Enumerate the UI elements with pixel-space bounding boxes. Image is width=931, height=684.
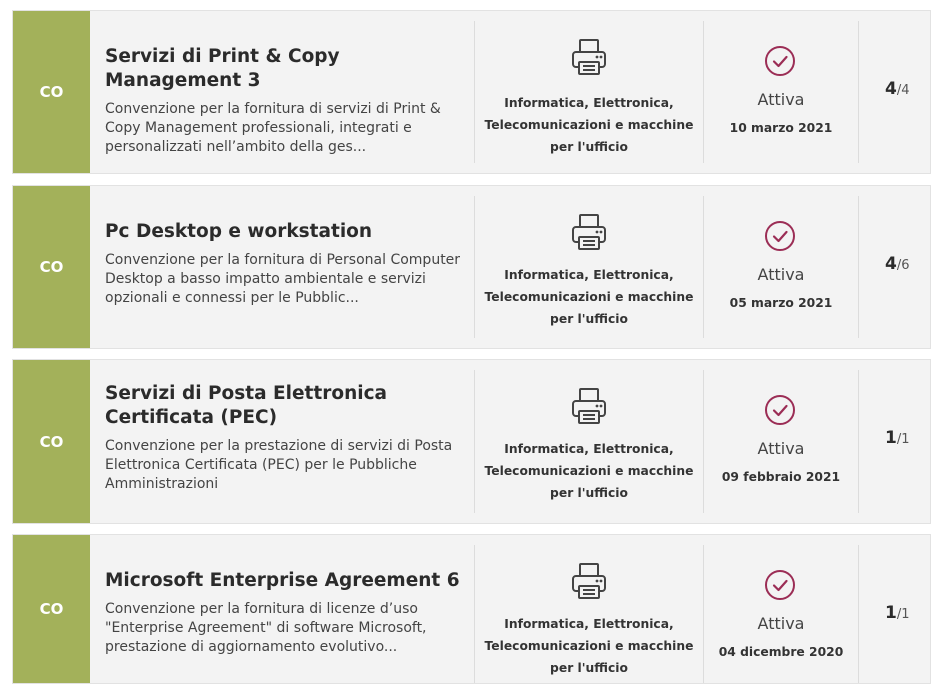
- printer-icon: [572, 39, 606, 75]
- count-cell: 4/6: [859, 186, 931, 348]
- type-badge: CO: [13, 11, 90, 173]
- convention-card[interactable]: CO Pc Desktop e workstation Convenzione …: [12, 185, 931, 349]
- status-cell: Attiva 09 febbraio 2021: [704, 360, 858, 523]
- card-title[interactable]: Microsoft Enterprise Agreement 6: [105, 569, 475, 593]
- status-date: 09 febbraio 2021: [721, 470, 841, 484]
- category-cell: Informatica, Elettronica, Telecomunicazi…: [474, 11, 704, 173]
- category-cell: Informatica, Elettronica, Telecomunicazi…: [474, 360, 704, 523]
- check-circle-icon: [765, 221, 795, 251]
- category-label: Informatica, Elettronica, Telecomunicazi…: [484, 268, 694, 326]
- card-description: Convenzione per la prestazione di serviz…: [105, 438, 453, 492]
- card-title[interactable]: Pc Desktop e workstation: [105, 220, 475, 244]
- count-cell: 1/1: [859, 360, 931, 523]
- status-date: 05 marzo 2021: [729, 296, 833, 310]
- status-cell: Attiva 10 marzo 2021: [704, 11, 858, 173]
- printer-icon: [572, 214, 606, 250]
- card-description: Convenzione per la fornitura di Personal…: [105, 252, 461, 306]
- card-title[interactable]: Servizi di Print & Copy Management 3: [105, 45, 475, 93]
- count-value: 4: [885, 79, 897, 99]
- category-label: Informatica, Elettronica, Telecomunicazi…: [484, 96, 694, 154]
- category-cell: Informatica, Elettronica, Telecomunicazi…: [474, 186, 704, 348]
- count-cell: 1/1: [859, 535, 931, 683]
- printer-icon: [572, 563, 606, 599]
- count-cell: 4/4: [859, 11, 931, 173]
- type-badge: CO: [13, 360, 90, 523]
- status-cell: Attiva 05 marzo 2021: [704, 186, 858, 348]
- convention-card[interactable]: CO Servizi di Posta Elettronica Certific…: [12, 359, 931, 524]
- card-info: Servizi di Print & Copy Management 3 Con…: [105, 45, 475, 157]
- card-info: Microsoft Enterprise Agreement 6 Convenz…: [105, 569, 475, 657]
- convention-card[interactable]: CO Servizi di Print & Copy Management 3 …: [12, 10, 931, 174]
- status-label: Attiva: [757, 614, 805, 633]
- check-circle-icon: [765, 395, 795, 425]
- count-value: 1: [885, 603, 897, 623]
- category-label: Informatica, Elettronica, Telecomunicazi…: [484, 442, 694, 500]
- count-value: 4: [885, 254, 897, 274]
- check-circle-icon: [765, 570, 795, 600]
- convention-card[interactable]: CO Microsoft Enterprise Agreement 6 Conv…: [12, 534, 931, 684]
- count-total: /1: [896, 607, 910, 622]
- count-total: /6: [896, 258, 910, 273]
- status-cell: Attiva 04 dicembre 2020: [704, 535, 858, 683]
- type-badge: CO: [13, 186, 90, 348]
- type-badge: CO: [13, 535, 90, 683]
- status-date: 10 marzo 2021: [729, 121, 833, 135]
- card-title[interactable]: Servizi di Posta Elettronica Certificata…: [105, 382, 475, 430]
- status-date: 04 dicembre 2020: [718, 645, 844, 659]
- count-value: 1: [885, 428, 897, 448]
- count-total: /1: [896, 432, 910, 447]
- check-circle-icon: [765, 46, 795, 76]
- status-label: Attiva: [757, 265, 805, 284]
- card-description: Convenzione per la fornitura di licenze …: [105, 601, 427, 655]
- count-total: /4: [896, 83, 910, 98]
- status-label: Attiva: [757, 90, 805, 109]
- card-info: Servizi di Posta Elettronica Certificata…: [105, 382, 475, 494]
- category-cell: Informatica, Elettronica, Telecomunicazi…: [474, 535, 704, 683]
- status-label: Attiva: [757, 439, 805, 458]
- category-label: Informatica, Elettronica, Telecomunicazi…: [484, 617, 694, 675]
- card-description: Convenzione per la fornitura di servizi …: [105, 101, 441, 155]
- card-info: Pc Desktop e workstation Convenzione per…: [105, 220, 475, 308]
- printer-icon: [572, 388, 606, 424]
